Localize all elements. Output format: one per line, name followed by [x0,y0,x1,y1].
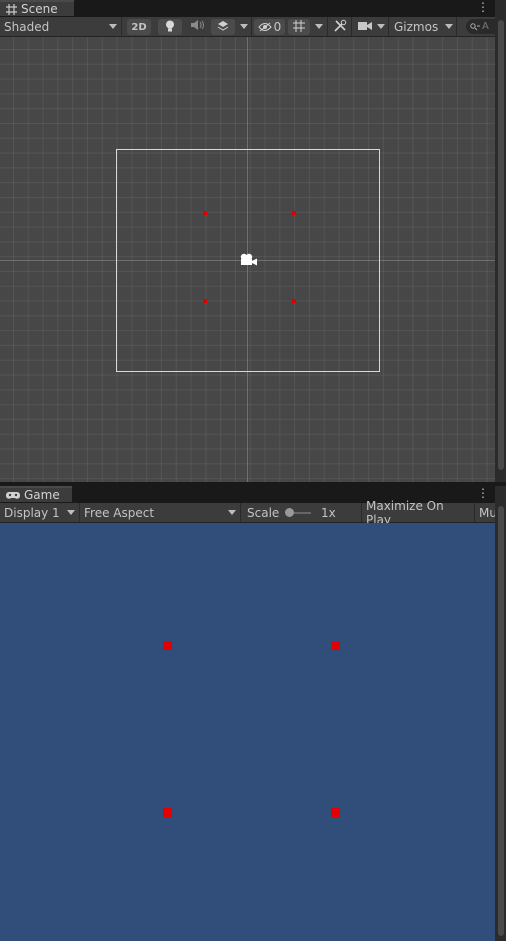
camera-dropdown[interactable] [373,17,389,36]
effects-dropdown[interactable] [236,17,252,36]
aspect-value: Free Aspect [84,505,155,520]
scene-tab-strip: Scene ⋮ [0,0,495,16]
chevron-down-icon [67,510,75,515]
scene-scrollbar[interactable] [495,0,506,482]
hidden-eye-icon [258,22,272,32]
lightbulb-icon [165,20,175,35]
hidden-objects-button[interactable]: 0 [254,19,285,35]
game-controller-icon [6,491,20,500]
effects-layers-icon [217,20,229,35]
game-object-top-left [163,641,172,650]
effects-toggle-button[interactable] [211,19,235,35]
grid-snap-icon [293,19,305,35]
game-scrollbar-thumb[interactable] [498,506,504,936]
mute-audio-label: Mu [479,505,495,520]
chevron-down-icon [376,24,385,29]
scene-object-top-left[interactable] [203,211,207,215]
game-kebab-menu-icon[interactable]: ⋮ [477,486,489,502]
shading-mode-value: Shaded [4,19,50,34]
camera-button[interactable] [356,17,373,36]
camera-icon [357,20,372,34]
chevron-down-icon [228,510,236,515]
gizmos-label: Gizmos [394,19,439,34]
scene-view[interactable] [0,37,495,482]
game-object-bottom-left [163,808,172,817]
tab-game-label: Game [24,488,60,502]
scale-slider-handle[interactable] [285,508,294,517]
game-toolbar: Display 1 Free Aspect Scale 1x Maximize … [0,499,495,527]
grid-snap-button[interactable] [288,19,310,35]
lighting-toggle-button[interactable] [158,19,182,35]
chevron-down-icon [239,24,248,29]
chevron-down-icon [445,24,453,29]
grid-dropdown[interactable] [311,17,328,36]
audio-icon [190,19,204,34]
tab-scene[interactable]: Scene [0,0,74,16]
toggle-2d-button[interactable]: 2D [127,19,151,35]
shading-mode-dropdown[interactable]: Shaded [0,17,122,36]
scale-control: Scale 1x [241,503,362,522]
scene-object-bottom-left[interactable] [203,299,207,303]
scene-object-top-right[interactable] [292,211,296,215]
search-icon [470,22,480,31]
search-placeholder: A [482,21,489,32]
scale-label: Scale [247,505,280,520]
game-scrollbar[interactable] [495,486,506,941]
tools-icon [334,19,347,35]
scene-toolbar: Shaded 2D 0 Gizmos A [0,17,495,37]
gizmos-dropdown[interactable]: Gizmos [391,17,457,36]
game-object-bottom-right [331,808,340,817]
hidden-count: 0 [273,20,282,34]
scale-value: 1x [321,505,336,520]
chevron-down-icon [109,24,117,29]
grid-icon [6,3,17,15]
tab-game[interactable]: Game [0,486,72,502]
game-view[interactable] [0,523,495,941]
tools-button[interactable] [330,17,352,36]
scene-camera-icon[interactable] [239,253,257,270]
display-dropdown[interactable]: Display 1 [0,503,80,522]
tab-scene-label: Scene [21,2,58,16]
search-field[interactable]: A [466,19,495,34]
scene-scrollbar-thumb[interactable] [498,20,504,470]
maximize-on-play-toggle[interactable]: Maximize On Play [362,499,475,527]
audio-toggle-button[interactable] [185,17,209,36]
scene-object-bottom-right[interactable] [292,299,296,303]
toggle-2d-label: 2D [131,21,147,33]
game-object-top-right [331,641,340,650]
mute-audio-toggle[interactable]: Mu [476,503,495,522]
display-value: Display 1 [4,505,60,520]
aspect-dropdown[interactable]: Free Aspect [80,503,241,522]
chevron-down-icon [315,24,323,29]
scene-kebab-menu-icon[interactable]: ⋮ [477,0,489,16]
